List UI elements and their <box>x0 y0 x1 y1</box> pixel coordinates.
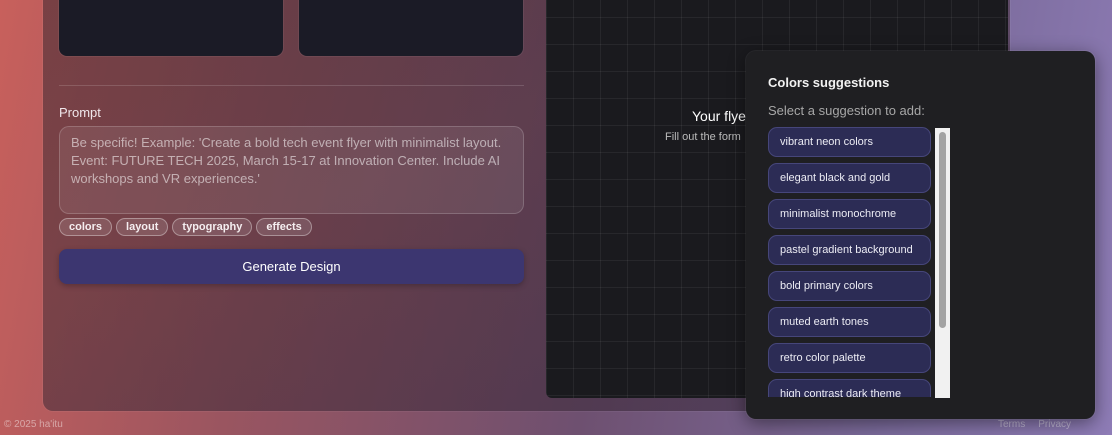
prompt-textarea[interactable]: Be specific! Example: 'Create a bold tec… <box>59 126 524 214</box>
popup-title: Colors suggestions <box>768 75 890 90</box>
suggestion-item[interactable]: pastel gradient background <box>768 235 931 265</box>
divider <box>59 85 524 86</box>
footer-links: Terms Privacy <box>998 419 1071 430</box>
prompt-chips: colors layout typography effects <box>59 218 312 236</box>
suggestion-scrollbar[interactable] <box>935 128 950 398</box>
top-panel-left <box>59 0 283 56</box>
suggestion-item[interactable]: muted earth tones <box>768 307 931 337</box>
preview-subtitle: Fill out the form <box>665 131 741 143</box>
chip-layout[interactable]: layout <box>116 218 169 236</box>
suggestion-item[interactable]: vibrant neon colors <box>768 127 931 157</box>
scrollbar-thumb[interactable] <box>939 132 946 328</box>
suggestion-item[interactable]: minimalist monochrome <box>768 199 931 229</box>
privacy-link[interactable]: Privacy <box>1038 419 1071 430</box>
footer-copyright: © 2025 ha'itu <box>4 419 63 430</box>
suggestion-item[interactable]: retro color palette <box>768 343 931 373</box>
popup-subtitle: Select a suggestion to add: <box>768 103 925 118</box>
chip-colors[interactable]: colors <box>59 218 113 236</box>
suggestion-item[interactable]: elegant black and gold <box>768 163 931 193</box>
generate-design-button[interactable]: Generate Design <box>59 249 524 284</box>
top-panel-right <box>299 0 523 56</box>
suggestion-list: vibrant neon colors elegant black and go… <box>768 127 951 397</box>
prompt-label: Prompt <box>59 105 101 120</box>
colors-suggestions-popup: Colors suggestions Select a suggestion t… <box>746 51 1095 419</box>
terms-link[interactable]: Terms <box>998 419 1025 430</box>
suggestion-item[interactable]: bold primary colors <box>768 271 931 301</box>
preview-title: Your flye <box>692 108 746 124</box>
chip-typography[interactable]: typography <box>172 218 253 236</box>
suggestion-item[interactable]: high contrast dark theme <box>768 379 931 397</box>
chip-effects[interactable]: effects <box>256 218 312 236</box>
